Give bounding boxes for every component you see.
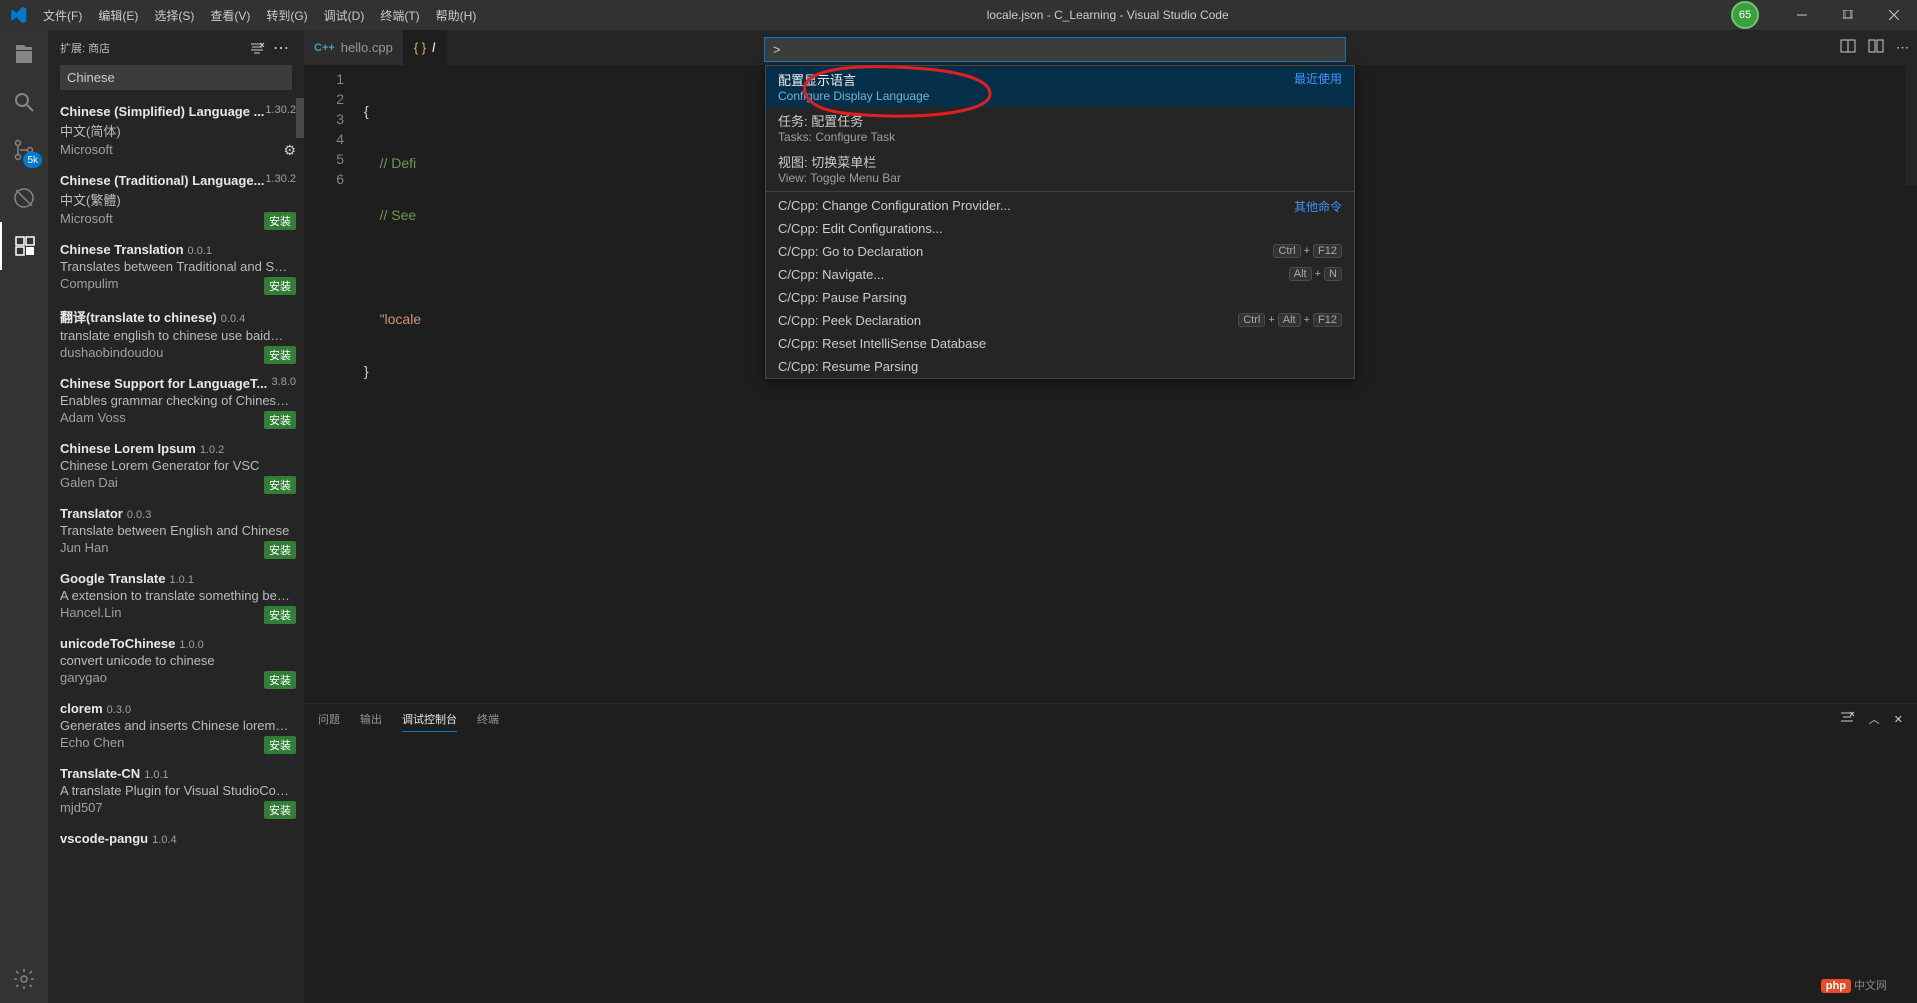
- install-button[interactable]: 安装: [264, 476, 296, 494]
- install-button[interactable]: 安装: [264, 411, 296, 429]
- palette-item[interactable]: 视图: 切换菜单栏View: Toggle Menu Bar: [766, 148, 1354, 189]
- extension-item[interactable]: unicodeToChinese1.0.0 convert unicode to…: [60, 630, 296, 695]
- menu-file[interactable]: 文件(F): [35, 0, 90, 30]
- extension-item[interactable]: Chinese (Simplified) Language ...1.30.2 …: [60, 98, 296, 167]
- more-icon[interactable]: ⋯: [270, 37, 292, 59]
- tab-label: hello.cpp: [341, 40, 393, 55]
- update-badge[interactable]: 65: [1731, 1, 1759, 29]
- cpp-icon: C++: [314, 42, 335, 54]
- install-button[interactable]: 安装: [264, 212, 296, 230]
- extension-item[interactable]: Chinese Lorem Ipsum1.0.2 Chinese Lorem G…: [60, 435, 296, 500]
- palette-item[interactable]: C/Cpp: Resume Parsing: [766, 355, 1354, 378]
- activity-settings[interactable]: [0, 955, 48, 1003]
- menu-help[interactable]: 帮助(H): [428, 0, 485, 30]
- tab-hello-cpp[interactable]: C++ hello.cpp: [304, 30, 404, 65]
- extension-search-input[interactable]: [60, 65, 292, 90]
- scrollbar[interactable]: [296, 98, 304, 138]
- json-icon: { }: [414, 40, 426, 55]
- extension-item[interactable]: 翻译(translate to chinese)0.0.4 translate …: [60, 301, 296, 370]
- logo-watermark: php 中文网: [1821, 977, 1887, 993]
- activity-debug[interactable]: [0, 174, 48, 222]
- palette-input[interactable]: [764, 37, 1346, 62]
- palette-item[interactable]: 配置显示语言Configure Display Language最近使用: [766, 66, 1354, 107]
- palette-item[interactable]: C/Cpp: Pause Parsing: [766, 286, 1354, 309]
- editor-actions: ⋯: [1832, 30, 1917, 65]
- tab-locale-json[interactable]: { } l: [404, 30, 446, 65]
- palette-item[interactable]: C/Cpp: Peek DeclarationCtrl+Alt+F12: [766, 309, 1354, 332]
- menu-view[interactable]: 查看(V): [202, 0, 258, 30]
- palette-item[interactable]: C/Cpp: Navigate...Alt+N: [766, 263, 1354, 286]
- extension-item[interactable]: clorem0.3.0 Generates and inserts Chines…: [60, 695, 296, 760]
- bottom-panel: 问题 输出 调试控制台 终端 ︿ ✕: [304, 703, 1917, 1003]
- clear-icon[interactable]: [246, 37, 268, 59]
- close-button[interactable]: [1871, 0, 1917, 30]
- activity-source-control[interactable]: 5k: [0, 126, 48, 174]
- palette-item[interactable]: C/Cpp: Go to DeclarationCtrl+F12: [766, 240, 1354, 263]
- extension-item[interactable]: Chinese Translation0.0.1 Translates betw…: [60, 236, 296, 301]
- filter-icon[interactable]: [1839, 710, 1855, 729]
- tab-label: l: [432, 40, 435, 55]
- minimize-button[interactable]: [1779, 0, 1825, 30]
- window-title: locale.json - C_Learning - Visual Studio…: [484, 8, 1731, 22]
- install-button[interactable]: 安装: [264, 671, 296, 689]
- minimap[interactable]: [1905, 65, 1917, 185]
- menu-go[interactable]: 转到(G): [258, 0, 315, 30]
- extension-item[interactable]: Google Translate1.0.1 A extension to tra…: [60, 565, 296, 630]
- install-button[interactable]: 安装: [264, 541, 296, 559]
- extension-item[interactable]: Chinese (Traditional) Language...1.30.2 …: [60, 167, 296, 236]
- line-gutter: 123456: [304, 65, 364, 703]
- activity-extensions[interactable]: [0, 222, 48, 270]
- palette-list: 配置显示语言Configure Display Language最近使用任务: …: [766, 66, 1354, 378]
- extension-search: [60, 65, 292, 90]
- palette-item[interactable]: C/Cpp: Change Configuration Provider...其…: [766, 194, 1354, 217]
- sidebar-extensions: 扩展: 商店 ⋯ Chinese (Simplified) Language .…: [48, 30, 304, 1003]
- menu-bar: 文件(F) 编辑(E) 选择(S) 查看(V) 转到(G) 调试(D) 终端(T…: [35, 0, 484, 30]
- palette-item[interactable]: C/Cpp: Reset IntelliSense Database: [766, 332, 1354, 355]
- panel-tab-problems[interactable]: 问题: [318, 707, 340, 731]
- panel-tab-debug-console[interactable]: 调试控制台: [402, 707, 457, 732]
- more-actions-icon[interactable]: ⋯: [1896, 40, 1909, 56]
- maximize-button[interactable]: [1825, 0, 1871, 30]
- menu-edit[interactable]: 编辑(E): [90, 0, 146, 30]
- command-palette: 配置显示语言Configure Display Language最近使用任务: …: [765, 65, 1355, 379]
- activity-search[interactable]: [0, 78, 48, 126]
- menu-terminal[interactable]: 终端(T): [372, 0, 427, 30]
- panel-tabs: 问题 输出 调试控制台 终端 ︿ ✕: [304, 704, 1917, 734]
- extension-item[interactable]: Translator0.0.3 Translate between Englis…: [60, 500, 296, 565]
- split-editor-icon-2[interactable]: [1868, 38, 1884, 57]
- install-button[interactable]: 安装: [264, 736, 296, 754]
- sidebar-title: 扩展: 商店: [60, 40, 244, 56]
- window-controls: 65: [1731, 0, 1917, 30]
- extension-item[interactable]: Chinese Support for LanguageT...3.8.0 En…: [60, 370, 296, 435]
- vscode-icon: [0, 6, 35, 24]
- extension-item[interactable]: Translate-CN1.0.1 A translate Plugin for…: [60, 760, 296, 825]
- extension-item[interactable]: vscode-pangu1.0.4: [60, 825, 296, 856]
- panel-tab-terminal[interactable]: 终端: [477, 707, 499, 731]
- title-bar: 文件(F) 编辑(E) 选择(S) 查看(V) 转到(G) 调试(D) 终端(T…: [0, 0, 1917, 30]
- activity-bar: 5k: [0, 30, 48, 1003]
- chevron-up-icon[interactable]: ︿: [1869, 711, 1880, 727]
- install-button[interactable]: 安装: [264, 277, 296, 295]
- palette-item[interactable]: 任务: 配置任务Tasks: Configure Task: [766, 107, 1354, 148]
- panel-actions: ︿ ✕: [1839, 710, 1903, 729]
- install-button[interactable]: 安装: [264, 606, 296, 624]
- install-button[interactable]: 安装: [264, 801, 296, 819]
- gear-icon[interactable]: ⚙: [283, 142, 296, 159]
- panel-tab-output[interactable]: 输出: [360, 707, 382, 731]
- close-panel-icon[interactable]: ✕: [1894, 713, 1903, 726]
- menu-selection[interactable]: 选择(S): [146, 0, 202, 30]
- extension-list[interactable]: Chinese (Simplified) Language ...1.30.2 …: [48, 98, 304, 1003]
- menu-debug[interactable]: 调试(D): [316, 0, 373, 30]
- split-editor-icon[interactable]: [1840, 38, 1856, 57]
- sidebar-header: 扩展: 商店 ⋯: [48, 30, 304, 65]
- install-button[interactable]: 安装: [264, 346, 296, 364]
- palette-item[interactable]: C/Cpp: Edit Configurations...: [766, 217, 1354, 240]
- scm-badge: 5k: [23, 152, 42, 168]
- activity-explorer[interactable]: [0, 30, 48, 78]
